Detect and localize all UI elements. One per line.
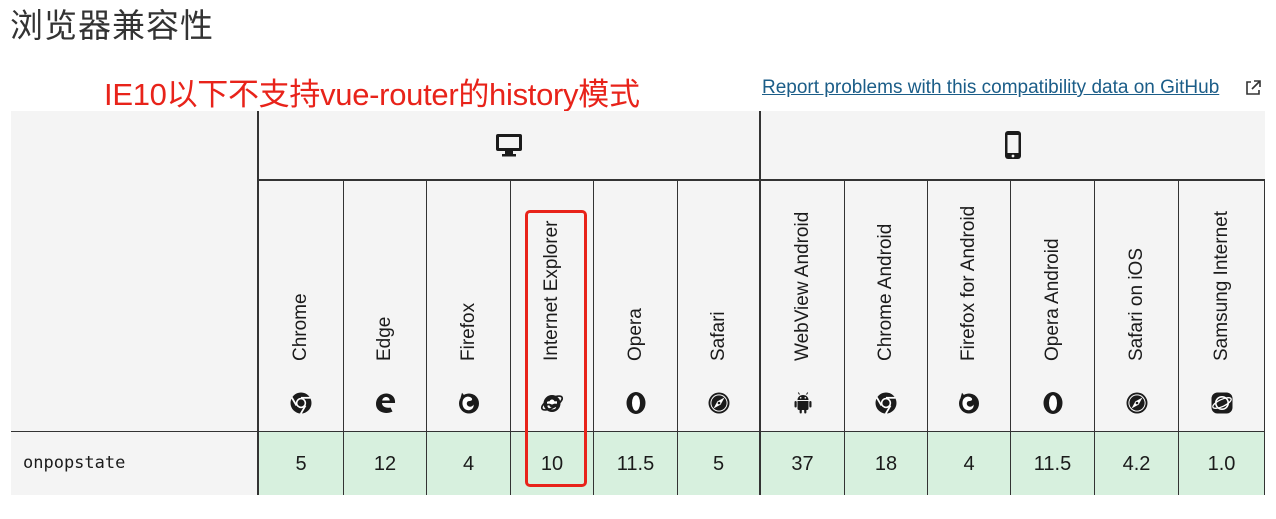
support-cell-chrome[interactable]: 5 [259,431,344,495]
table-corner [11,111,259,431]
desktop-icon [496,134,522,157]
browser-name: Opera [624,308,646,361]
browser-name: Firefox for Android [958,205,979,361]
support-cell-samsung-internet[interactable]: 1.0 [1179,431,1265,495]
page-title: 浏览器兼容性 [10,6,214,45]
browser-name: Internet Explorer [541,220,562,361]
browser-header-samsung-internet: Samsung Internet [1179,181,1265,431]
browser-name: Chrome [290,293,311,361]
chrome-icon [290,392,312,415]
compat-table: Chrome Edge Firefox Internet Explorer Opera S… [11,111,1265,495]
external-link-icon[interactable] [1244,79,1262,97]
browser-header-chrome: Chrome [259,181,344,431]
browser-name: Chrome Android [875,223,896,361]
support-cell-opera[interactable]: 11.5 [594,431,678,495]
browser-header-opera: Opera [594,181,678,431]
browser-name: Samsung Internet [1210,211,1232,361]
browser-header-opera-android: Opera Android [1011,181,1095,431]
browser-header-firefox-for-android: Firefox for Android [928,181,1011,431]
browser-header-safari: Safari [678,181,761,431]
support-cell-webview-android[interactable]: 37 [761,431,845,495]
browser-name: Firefox [457,302,479,361]
firefox-icon [959,392,979,414]
android-icon [794,392,811,414]
browser-header-safari-on-ios: Safari on iOS [1095,181,1179,431]
support-cell-firefox-for-android[interactable]: 4 [928,431,1011,495]
browser-name: WebView Android [791,211,813,361]
desktop-group-header [259,111,761,181]
mobile-icon [1005,131,1021,159]
opera-icon [626,392,645,414]
feature-row-label: onpopstate [11,431,259,495]
edge-icon [376,393,396,413]
chrome-icon [875,392,897,415]
support-cell-edge[interactable]: 12 [344,431,427,495]
support-cell-safari[interactable]: 5 [678,431,761,495]
browser-header-chrome-android: Chrome Android [845,181,928,431]
browser-header-webview-android: WebView Android [761,181,845,431]
mobile-group-header [761,111,1265,181]
report-problems-link[interactable]: Report problems with this compatibility … [762,76,1219,100]
annotation-text: IE10以下不支持vue-router的history模式 [104,77,640,112]
browser-name: Opera Android [1041,238,1063,361]
browser-header-edge: Edge [344,181,427,431]
internet-explorer-icon [540,395,564,412]
firefox-icon [458,392,479,414]
samsung-internet-icon [1211,392,1232,414]
opera-icon [1043,392,1062,414]
safari-icon [708,392,729,414]
browser-header-firefox: Firefox [427,181,511,431]
browser-name: Safari [707,311,729,361]
support-cell-opera-android[interactable]: 11.5 [1011,431,1095,495]
browser-name: Edge [374,316,395,361]
safari-icon [1126,392,1147,414]
support-cell-chrome-android[interactable]: 18 [845,431,928,495]
support-cell-safari-on-ios[interactable]: 4.2 [1095,431,1179,495]
support-cell-internet-explorer[interactable]: 10 [511,431,594,495]
browser-name: Safari on iOS [1125,248,1147,361]
browser-header-internet-explorer: Internet Explorer [511,181,594,431]
support-cell-firefox[interactable]: 4 [427,431,511,495]
